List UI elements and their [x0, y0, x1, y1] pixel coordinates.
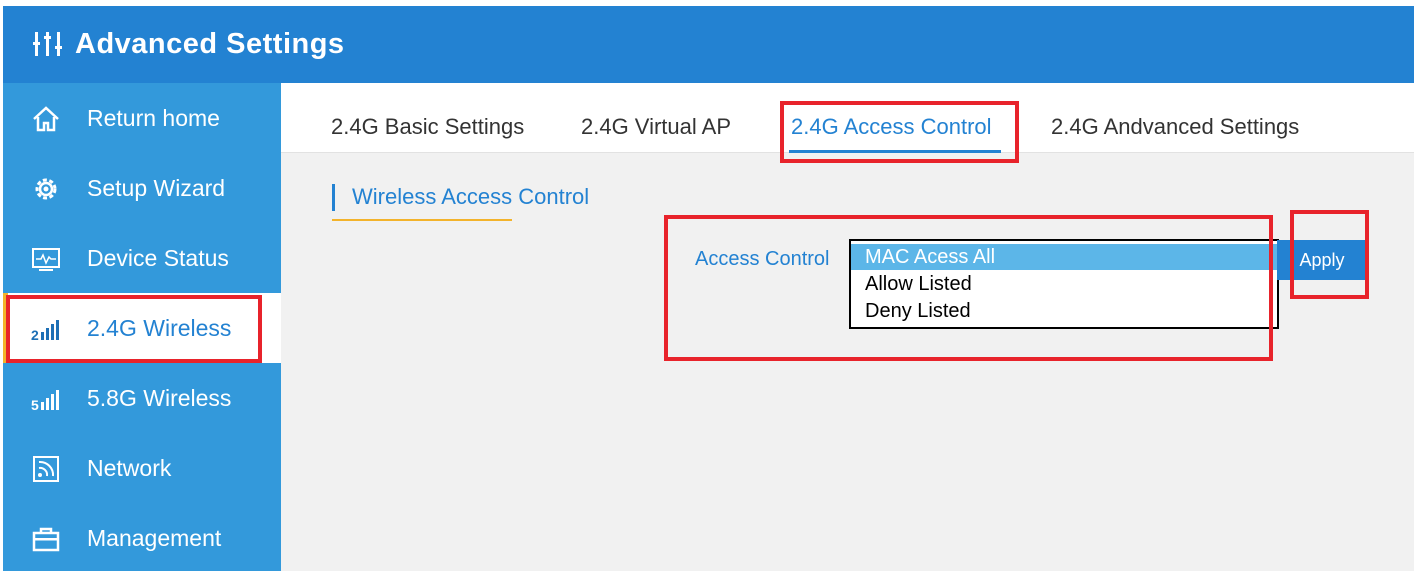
- svg-text:5: 5: [31, 397, 39, 413]
- sidebar-item-network[interactable]: Network: [3, 433, 281, 503]
- sidebar-item-label: Device Status: [87, 245, 229, 271]
- section-accent-bar: [332, 184, 335, 211]
- header-bar: Advanced Settings: [3, 6, 1414, 83]
- tab-2-4g-basic-settings[interactable]: 2.4G Basic Settings: [331, 114, 524, 140]
- annotation-box-sidebar: [6, 295, 262, 363]
- tab-2-4g-advanced-settings[interactable]: 2.4G Andvanced Settings: [1051, 114, 1299, 140]
- toolbox-icon: [32, 527, 60, 552]
- annotation-box-tab: [780, 101, 1019, 163]
- sidebar-item-label: Network: [87, 455, 172, 481]
- sidebar-item-setup-wizard[interactable]: Setup Wizard: [3, 153, 281, 223]
- network-icon: [33, 456, 59, 482]
- sidebar-item-label: Setup Wizard: [87, 175, 226, 201]
- gear-icon: [35, 178, 57, 200]
- page-title: Advanced Settings: [75, 28, 345, 60]
- annotation-box-select: [664, 215, 1273, 361]
- home-icon: [33, 106, 59, 132]
- sidebar-item-device-status[interactable]: Device Status: [3, 223, 281, 293]
- sidebar-item-label: Management: [87, 525, 222, 551]
- section-title: Wireless Access Control: [352, 184, 590, 209]
- sliders-icon: [33, 32, 62, 56]
- sidebar-item-label: 5.8G Wireless: [87, 385, 232, 411]
- signal-5g-icon: 5: [31, 390, 59, 413]
- router-admin-page: Advanced Settings Return home Setup Wiza…: [3, 6, 1414, 571]
- annotation-box-apply: [1290, 210, 1369, 299]
- monitor-icon: [32, 248, 60, 271]
- sidebar-item-management[interactable]: Management: [3, 503, 281, 571]
- tab-2-4g-virtual-ap[interactable]: 2.4G Virtual AP: [581, 114, 731, 140]
- sidebar-item-return-home[interactable]: Return home: [3, 83, 281, 153]
- sidebar-item-label: Return home: [87, 105, 220, 131]
- sidebar-item-5-8g-wireless[interactable]: 5 5.8G Wireless: [3, 363, 281, 433]
- section-underline: [332, 219, 512, 221]
